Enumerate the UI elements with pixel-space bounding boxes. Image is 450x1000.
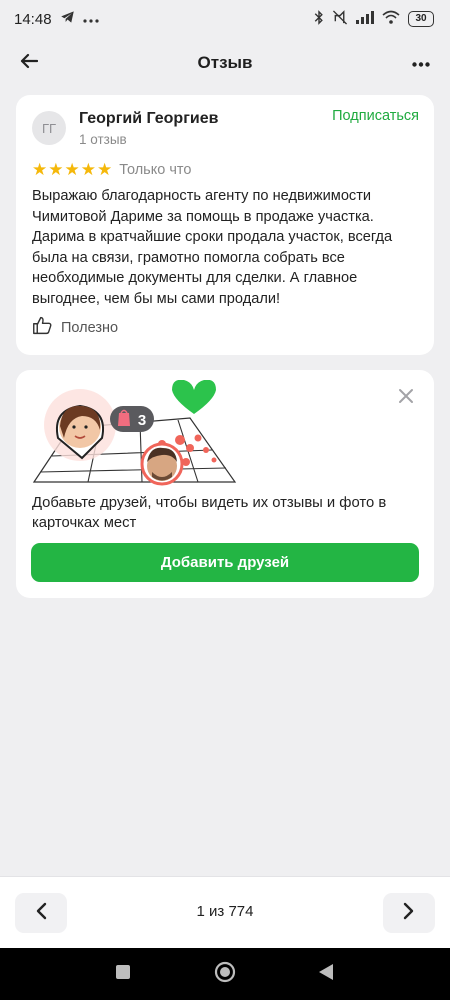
signal-icon	[356, 10, 374, 28]
badge-count: 3	[138, 412, 146, 429]
home-circle-icon	[214, 961, 236, 988]
next-review-button[interactable]	[383, 893, 435, 933]
telegram-icon	[60, 10, 75, 28]
friends-illustration: 3	[32, 380, 237, 486]
status-bar-left: 14:48	[14, 10, 99, 28]
status-bar: 14:48 30	[0, 0, 450, 38]
battery-icon: 30	[408, 11, 434, 27]
star-icon: ★	[32, 160, 48, 179]
system-back-button[interactable]	[313, 961, 339, 987]
rating-stars: ★ ★ ★ ★ ★	[32, 161, 112, 179]
author-name[interactable]: Георгий Георгиев	[79, 110, 218, 128]
review-pager: 1 из 774	[0, 876, 450, 948]
star-icon: ★	[48, 160, 64, 179]
square-icon	[115, 964, 131, 985]
star-icon: ★	[97, 160, 113, 179]
mute-icon	[332, 9, 348, 29]
add-friends-promo-card: 3 Добавьте друзей, чтобы видеть их отзыв…	[16, 370, 434, 598]
status-time: 14:48	[14, 10, 52, 28]
subscribe-button[interactable]: Подписаться	[332, 108, 419, 124]
avatar[interactable]: ГГ	[32, 111, 66, 145]
heart-icon	[172, 380, 216, 414]
add-friends-button[interactable]: Добавить друзей	[31, 543, 419, 582]
more-dots-icon	[82, 11, 99, 28]
more-options-button[interactable]	[406, 49, 436, 77]
chevron-right-icon	[403, 902, 415, 925]
recent-apps-button[interactable]	[110, 961, 136, 987]
bluetooth-icon	[314, 9, 324, 29]
friend-avatar-man	[140, 442, 184, 486]
author-review-count: 1 отзыв	[79, 132, 127, 147]
review-time: Только что	[119, 162, 192, 178]
star-icon: ★	[64, 160, 80, 179]
close-button[interactable]	[396, 386, 416, 406]
back-button[interactable]	[14, 49, 44, 77]
triangle-back-icon	[318, 963, 334, 986]
page-title: Отзыв	[197, 53, 253, 72]
arrow-left-icon	[20, 53, 39, 74]
promo-text: Добавьте друзей, чтобы видеть их отзывы …	[32, 495, 387, 531]
wifi-icon	[382, 10, 400, 28]
status-bar-right: 30	[314, 9, 434, 29]
rating-row: ★ ★ ★ ★ ★ Только что	[32, 161, 191, 179]
system-nav-bar	[0, 948, 450, 1000]
thumbs-up-icon	[32, 315, 53, 341]
useful-button[interactable]: Полезно	[32, 315, 118, 341]
app-header: Отзыв	[0, 38, 450, 88]
more-horizontal-icon	[412, 54, 430, 72]
useful-label: Полезно	[61, 320, 119, 336]
star-icon: ★	[80, 160, 96, 179]
close-icon	[396, 389, 416, 410]
review-text: Выражаю благодарность агенту по недвижим…	[32, 188, 393, 307]
home-button[interactable]	[212, 961, 238, 987]
review-card: ГГ Георгий Георгиев 1 отзыв Подписаться …	[16, 95, 434, 355]
shopping-bag-badge: 3	[110, 406, 154, 432]
